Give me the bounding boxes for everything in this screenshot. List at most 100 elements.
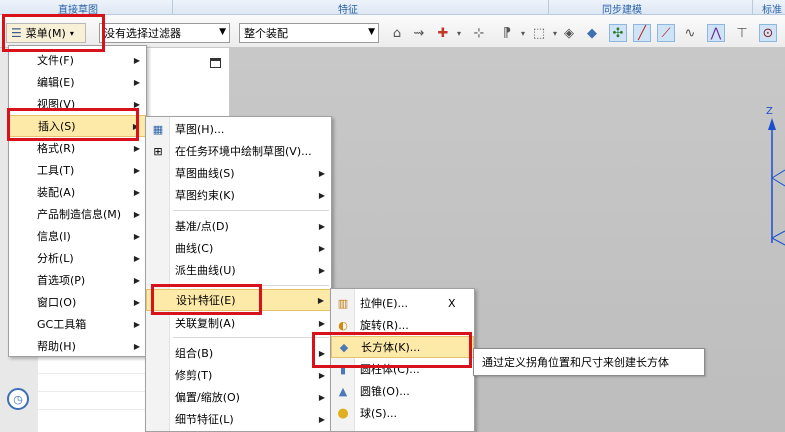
x-axis-line — [771, 169, 785, 179]
view-triad: Z — [766, 106, 785, 246]
menu-item-combine[interactable]: 组合(B) ▶ — [146, 342, 331, 364]
intersection-snap-icon[interactable]: ⊤ — [733, 24, 751, 42]
menu-item-label: 细节特征(L) — [175, 413, 234, 426]
highlight-box-design-feature — [151, 284, 262, 315]
highlight-box-menu — [2, 14, 105, 52]
ribbon-divider — [172, 0, 173, 15]
selection-scope-select[interactable]: 整个装配 ▼ — [239, 23, 379, 43]
y-axis-line — [771, 177, 785, 187]
chevron-right-icon: ▶ — [318, 190, 325, 200]
chevron-down-icon[interactable]: ▾ — [450, 24, 468, 42]
tooltip-text: 通过定义拐角位置和尺寸来创建长方体 — [482, 356, 669, 369]
history-clock-icon[interactable]: ◷ — [7, 388, 29, 410]
menu-item-label: 窗口(O) — [37, 296, 77, 309]
menu-item-label: 首选项(P) — [37, 274, 86, 287]
menu-item-extrude[interactable]: ▥ 拉伸(E)... X — [331, 292, 474, 314]
chevron-right-icon: ▶ — [318, 243, 325, 253]
ribbon-group-feature[interactable]: 特征 — [338, 1, 358, 16]
menu-item-cone[interactable]: ▲ 圆锥(O)... — [331, 380, 474, 402]
menu-item-edit[interactable]: 编辑(E) ▶ — [9, 71, 146, 93]
vertex-snap-icon[interactable]: ✣ — [609, 24, 627, 42]
z-axis-arrow — [768, 118, 776, 130]
point-on-curve-icon[interactable]: ⊹ — [470, 24, 488, 42]
menu-item-curve[interactable]: 曲线(C) ▶ — [146, 237, 331, 259]
top-toolbar: ☰ 菜单(M) ▾ 没有选择过滤器 ▼ 整个装配 ▼ ⌂ ⇝ ✚ ▾ ⊹ ⁋ ▾… — [0, 15, 785, 48]
chevron-right-icon: ▶ — [133, 275, 140, 285]
menu-separator — [173, 337, 329, 338]
maximize-icon[interactable] — [210, 58, 221, 68]
edge-snap-icon[interactable]: ⟋ — [657, 24, 675, 42]
select-component-icon[interactable]: ⌂ — [388, 24, 406, 42]
menu-item-label: 工具(T) — [37, 164, 75, 177]
menu-item-label: 基准/点(D) — [175, 220, 229, 233]
menu-item-label: 球(S)... — [360, 407, 398, 420]
menu-item-label: 帮助(H) — [37, 340, 76, 353]
chevron-right-icon: ▶ — [133, 165, 140, 175]
line-snap-icon[interactable]: ╱ — [633, 24, 651, 42]
ribbon-group-standard[interactable]: 标准 — [762, 1, 782, 16]
menu-item-label: 派生曲线(U) — [175, 264, 236, 277]
grid-line — [771, 230, 785, 239]
center-snap-icon[interactable]: ⊙ — [759, 24, 777, 42]
cube-icon[interactable]: ◆ — [583, 24, 601, 42]
cone-icon: ▲ — [338, 384, 348, 398]
chevron-right-icon: ▶ — [133, 55, 140, 65]
selection-scope-value: 整个装配 — [244, 27, 288, 40]
menu-item-sphere[interactable]: ● 球(S)... — [331, 402, 474, 424]
chevron-right-icon: ▶ — [318, 318, 325, 328]
menu-item-gc-toolbox[interactable]: GC工具箱 ▶ — [9, 313, 146, 335]
chevron-right-icon: ▶ — [318, 392, 325, 402]
menu-item-label: 圆锥(O)... — [360, 385, 410, 398]
chevron-right-icon: ▶ — [133, 209, 140, 219]
menu-item-label: 草图(H)... — [175, 123, 225, 136]
chevron-right-icon: ▶ — [318, 414, 325, 424]
menu-item-offset-scale[interactable]: 偏置/缩放(O) ▶ — [146, 386, 331, 408]
menu-item-sketch-curve[interactable]: 草图曲线(S) ▶ — [146, 162, 331, 184]
menu-separator — [173, 210, 329, 211]
ribbon-group-sync-modeling[interactable]: 同步建模 — [602, 1, 642, 16]
curve-snap-icon[interactable]: ∿ — [681, 24, 699, 42]
menu-item-trim[interactable]: 修剪(T) ▶ — [146, 364, 331, 386]
menu-item-help[interactable]: 帮助(H) ▶ — [9, 335, 146, 357]
select-feature-icon[interactable]: ⇝ — [410, 24, 428, 42]
menu-item-label: 装配(A) — [37, 186, 76, 199]
chevron-right-icon: ▶ — [318, 370, 325, 380]
z-axis-label: Z — [766, 106, 773, 117]
chevron-right-icon: ▶ — [133, 319, 140, 329]
polyline-snap-icon[interactable]: ⋀ — [707, 24, 725, 42]
highlight-box-insert — [7, 108, 139, 141]
ribbon-divider — [548, 0, 549, 15]
chevron-down-icon: ▼ — [219, 27, 226, 37]
grid-line — [771, 237, 785, 246]
menu-item-tools[interactable]: 工具(T) ▶ — [9, 159, 146, 181]
selection-filter-select[interactable]: 没有选择过滤器 ▼ — [99, 23, 230, 43]
menu-item-task-sketch[interactable]: ⊞ 在任务环境中绘制草图(V)... — [146, 140, 331, 162]
menu-item-sketch[interactable]: ▦ 草图(H)... — [146, 118, 331, 140]
menu-item-derived-curve[interactable]: 派生曲线(U) ▶ — [146, 259, 331, 281]
shortcut-key: X — [448, 296, 456, 310]
menu-item-window[interactable]: 窗口(O) ▶ — [9, 291, 146, 313]
menu-item-label: 拉伸(E)... — [360, 297, 409, 310]
selection-filter-value: 没有选择过滤器 — [104, 27, 181, 40]
menu-item-file[interactable]: 文件(F) ▶ — [9, 49, 146, 71]
menu-item-label: 编辑(E) — [37, 76, 75, 89]
sphere-icon: ● — [337, 405, 349, 421]
menu-item-label: 曲线(C) — [175, 242, 214, 255]
menu-item-associative-copy[interactable]: 关联复制(A) ▶ — [146, 312, 331, 334]
menu-item-assembly[interactable]: 装配(A) ▶ — [9, 181, 146, 203]
menu-item-pmi[interactable]: 产品制造信息(M) ▶ — [9, 203, 146, 225]
menu-item-label: GC工具箱 — [37, 318, 87, 331]
menu-item-label: 产品制造信息(M) — [37, 208, 122, 221]
insert-submenu: ▦ 草图(H)... ⊞ 在任务环境中绘制草图(V)... 草图曲线(S) ▶ … — [145, 116, 332, 432]
tooltip: 通过定义拐角位置和尺寸来创建长方体 — [473, 348, 705, 376]
menu-item-sketch-constraint[interactable]: 草图约束(K) ▶ — [146, 184, 331, 206]
menu-item-preferences[interactable]: 首选项(P) ▶ — [9, 269, 146, 291]
menu-item-analysis[interactable]: 分析(L) ▶ — [9, 247, 146, 269]
menu-item-label: 文件(F) — [37, 54, 74, 67]
menu-item-datum-point[interactable]: 基准/点(D) ▶ — [146, 215, 331, 237]
menu-item-label: 组合(B) — [175, 347, 214, 360]
menu-item-information[interactable]: 信息(I) ▶ — [9, 225, 146, 247]
task-sketch-icon: ⊞ — [153, 144, 163, 158]
menu-item-detail-feature[interactable]: 细节特征(L) ▶ — [146, 408, 331, 430]
solid-body-icon[interactable]: ◈ — [560, 24, 578, 42]
